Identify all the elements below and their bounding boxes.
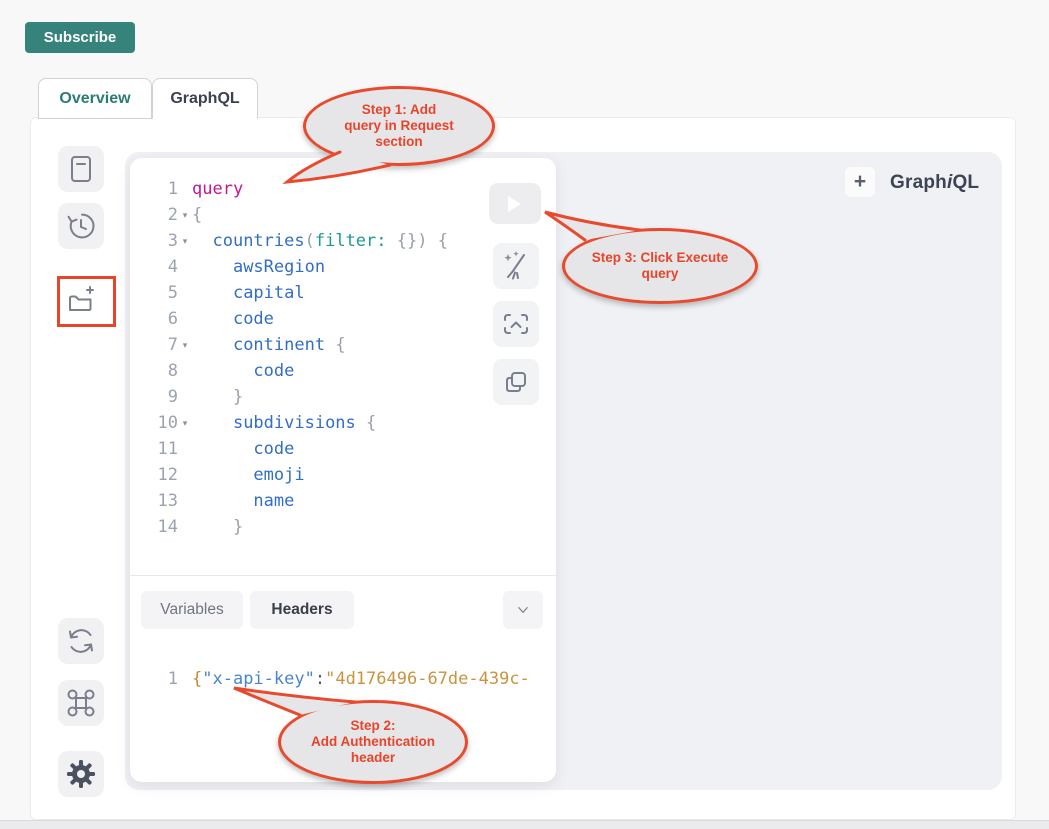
fold-arrow-slot — [178, 514, 192, 540]
code-text: query — [192, 176, 243, 202]
code-line: 12 emoji — [130, 462, 556, 488]
code-text: subdivisions { — [192, 410, 376, 436]
code-text: countries(filter: {}) { — [192, 228, 448, 254]
line-number: 6 — [130, 306, 178, 332]
code-text: awsRegion — [192, 254, 325, 280]
code-text: name — [192, 488, 294, 514]
tab-graphql[interactable]: GraphQL — [152, 78, 258, 119]
sidebar-history-button[interactable] — [58, 203, 104, 249]
fold-arrow-slot — [178, 384, 192, 410]
query-editor[interactable]: 1query2▾{3▾ countries(filter: {}) {4 aws… — [130, 176, 556, 540]
fold-arrow-icon[interactable]: ▾ — [178, 228, 192, 254]
sidebar-settings-button[interactable] — [58, 751, 104, 797]
editor-divider — [130, 575, 556, 576]
logo-text-ql: QL — [952, 172, 979, 194]
callout-step2-tail — [220, 675, 370, 730]
variables-tab[interactable]: Variables — [141, 591, 243, 629]
graphiql-logo: GraphiQL — [890, 170, 990, 196]
line-number: 11 — [130, 436, 178, 462]
fold-arrow-slot — [178, 488, 192, 514]
fold-arrow-icon[interactable]: ▾ — [178, 332, 192, 358]
line-number: 4 — [130, 254, 178, 280]
window-bottom-strip — [0, 820, 1049, 829]
copy-icon — [496, 362, 536, 402]
logo-text-graph: Graph — [890, 172, 947, 194]
fold-arrow-slot — [178, 436, 192, 462]
code-text: capital — [192, 280, 305, 306]
line-number: 13 — [130, 488, 178, 514]
code-line: 13 name — [130, 488, 556, 514]
fold-arrow-slot — [178, 254, 192, 280]
fold-arrow-slot — [178, 280, 192, 306]
line-number: 2 — [130, 202, 178, 228]
collapse-editor-tools-button[interactable] — [503, 591, 543, 629]
prettify-button[interactable] — [493, 243, 539, 289]
copy-query-button[interactable] — [493, 359, 539, 405]
play-icon — [507, 196, 523, 212]
fold-arrow-slot — [178, 666, 192, 692]
sidebar-shortcuts-button[interactable] — [58, 680, 104, 726]
history-icon — [61, 206, 101, 246]
code-line: 5 capital — [130, 280, 556, 306]
plus-icon: + — [854, 170, 866, 194]
code-text: { — [192, 202, 202, 228]
code-line: 11 code — [130, 436, 556, 462]
code-text: } — [192, 384, 243, 410]
callout-step3-tail — [535, 200, 665, 255]
callout-step1-tail — [270, 135, 410, 195]
line-number: 5 — [130, 280, 178, 306]
code-text: emoji — [192, 462, 305, 488]
line-number: 12 — [130, 462, 178, 488]
line-number: 8 — [130, 358, 178, 384]
merge-icon — [496, 304, 536, 344]
merge-fragments-button[interactable] — [493, 301, 539, 347]
fold-arrow-icon[interactable]: ▾ — [178, 410, 192, 436]
sidebar-docs-button[interactable] — [58, 146, 104, 192]
line-number: 7 — [130, 332, 178, 358]
execute-query-button[interactable] — [489, 183, 541, 224]
prettify-icon — [496, 246, 536, 286]
tab-overview[interactable]: Overview — [38, 78, 152, 119]
fold-arrow-slot — [178, 306, 192, 332]
fold-arrow-slot — [178, 462, 192, 488]
line-number: 3 — [130, 228, 178, 254]
command-icon — [61, 683, 101, 723]
headers-tab[interactable]: Headers — [250, 591, 354, 629]
fold-arrow-slot — [178, 176, 192, 202]
code-text: } — [192, 514, 243, 540]
code-line: 14 } — [130, 514, 556, 540]
docs-icon — [61, 149, 101, 189]
gear-icon — [61, 754, 101, 794]
add-tab-button[interactable]: + — [845, 167, 875, 197]
code-text: code — [192, 306, 274, 332]
code-text: code — [192, 358, 294, 384]
sidebar-refetch-button[interactable] — [58, 618, 104, 664]
chevron-down-icon — [511, 598, 535, 622]
line-number: 14 — [130, 514, 178, 540]
line-number: 1 — [130, 666, 178, 692]
refresh-icon — [61, 621, 101, 661]
subscribe-button[interactable]: Subscribe — [25, 22, 135, 53]
collections-highlight-box — [57, 276, 116, 327]
page: Subscribe Overview GraphQL + GraphiQL — [0, 0, 1049, 829]
code-text: continent { — [192, 332, 346, 358]
code-line: 10▾ subdivisions { — [130, 410, 556, 436]
fold-arrow-icon[interactable]: ▾ — [178, 202, 192, 228]
fold-arrow-slot — [178, 358, 192, 384]
line-number: 9 — [130, 384, 178, 410]
line-number: 1 — [130, 176, 178, 202]
line-number: 10 — [130, 410, 178, 436]
code-text: code — [192, 436, 294, 462]
